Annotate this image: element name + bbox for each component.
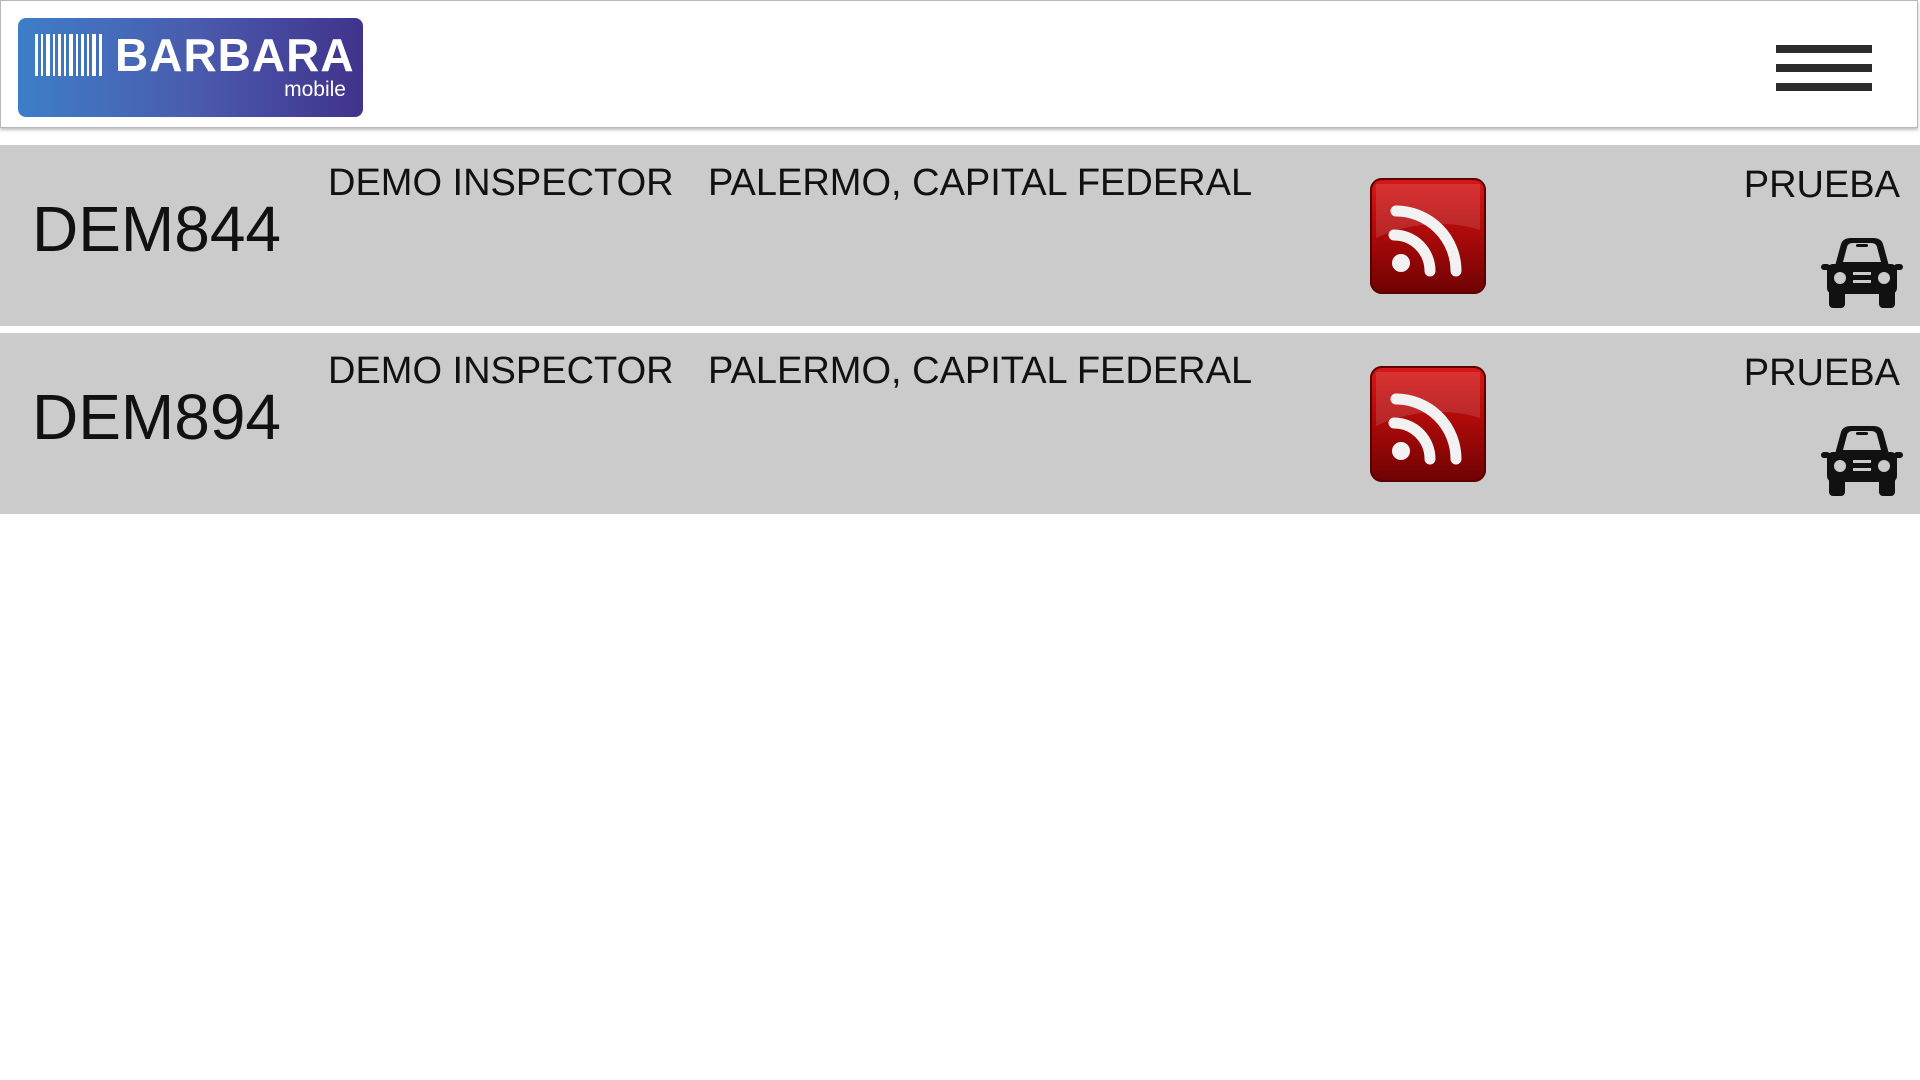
car-icon bbox=[1821, 238, 1903, 308]
menu-bar-bottom bbox=[1776, 83, 1872, 91]
location-text: PALERMO, CAPITAL FEDERAL bbox=[708, 350, 1253, 392]
menu-bar-top bbox=[1776, 45, 1872, 53]
plate-number: DEM844 bbox=[32, 193, 281, 265]
list-item[interactable]: DEM894 DEMO INSPECTOR PALERMO, CAPITAL F… bbox=[0, 333, 1920, 514]
inspector-name: DEMO INSPECTOR bbox=[328, 162, 674, 204]
barcode-icon bbox=[35, 34, 102, 76]
status-label: PRUEBA bbox=[1743, 164, 1900, 206]
inspector-name: DEMO INSPECTOR bbox=[328, 350, 674, 392]
car-icon bbox=[1821, 426, 1903, 496]
inspection-list: DEM844 DEMO INSPECTOR PALERMO, CAPITAL F… bbox=[0, 145, 1920, 521]
hamburger-menu-icon[interactable] bbox=[1776, 41, 1872, 95]
plate-number: DEM894 bbox=[32, 381, 281, 453]
status-label: PRUEBA bbox=[1743, 352, 1900, 394]
location-text: PALERMO, CAPITAL FEDERAL bbox=[708, 162, 1253, 204]
rss-feed-icon[interactable] bbox=[1370, 366, 1486, 482]
rss-glyph bbox=[1376, 184, 1480, 277]
menu-bar-middle bbox=[1776, 64, 1872, 72]
barbara-mobile-logo[interactable]: BARBARA mobile bbox=[18, 18, 363, 117]
logo-subtitle: mobile bbox=[284, 78, 346, 101]
app-header: BARBARA mobile bbox=[0, 0, 1918, 128]
rss-feed-icon[interactable] bbox=[1370, 178, 1486, 294]
logo-name: BARBARA bbox=[115, 29, 355, 81]
rss-glyph bbox=[1376, 372, 1480, 465]
list-item[interactable]: DEM844 DEMO INSPECTOR PALERMO, CAPITAL F… bbox=[0, 145, 1920, 326]
